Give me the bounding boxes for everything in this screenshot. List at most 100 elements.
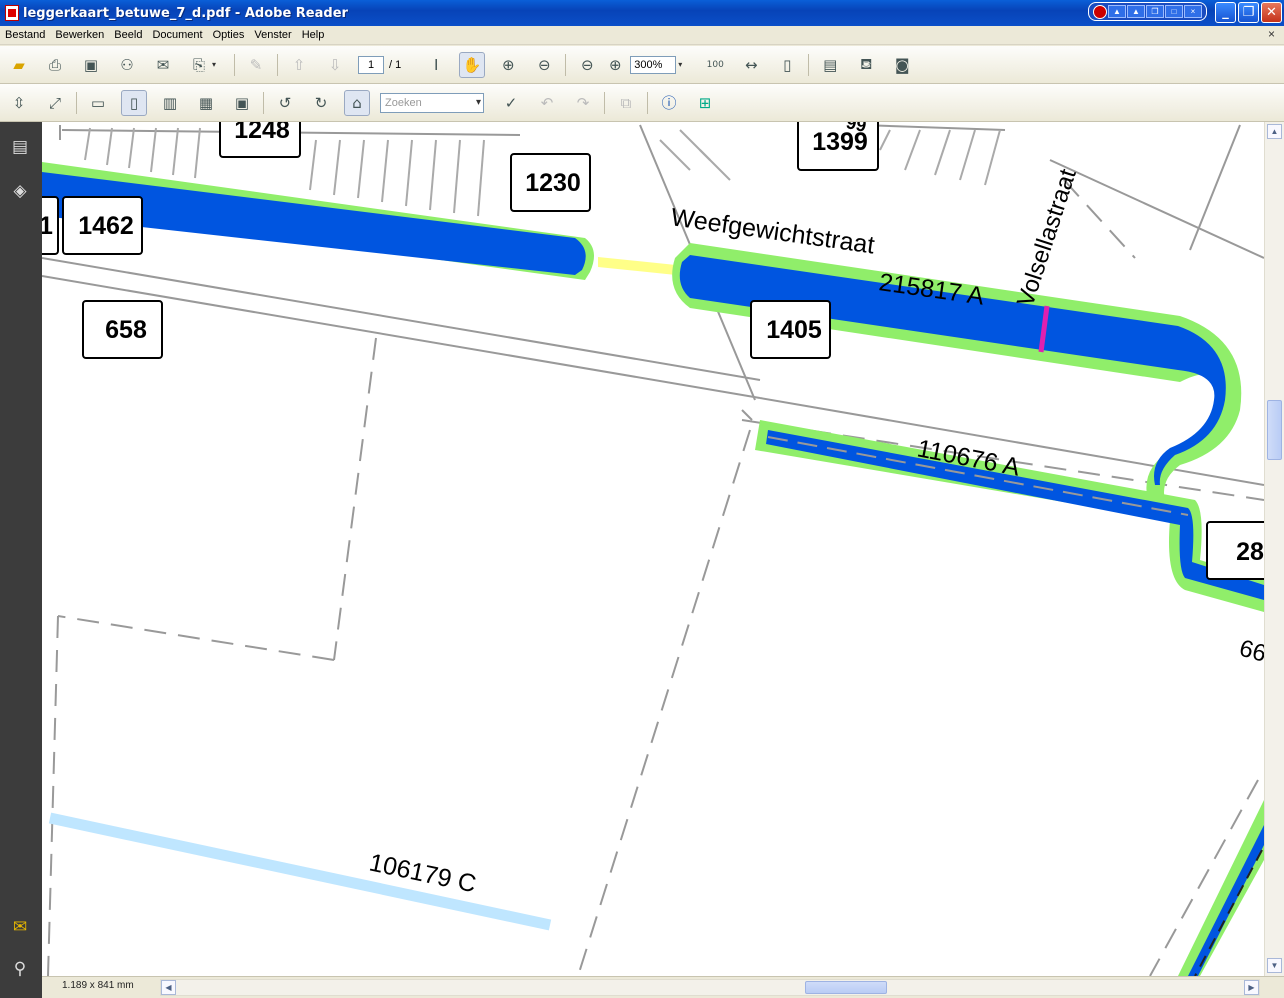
actual-size-icon[interactable]: 100 bbox=[702, 52, 728, 78]
menu-bestand[interactable]: Bestand bbox=[0, 29, 50, 41]
rotate-left-icon[interactable]: ↺ bbox=[272, 90, 298, 116]
menu-venster[interactable]: Venster bbox=[249, 29, 296, 41]
select-text-icon[interactable]: I bbox=[423, 52, 449, 78]
home-icon[interactable]: ⌂ bbox=[344, 89, 370, 116]
scroll-left-icon[interactable]: ◀ bbox=[161, 980, 176, 995]
window-controls: ▲ ▲ ❐ □ × _ ❐ ✕ bbox=[1088, 2, 1282, 23]
scroll-right-icon[interactable]: ▶ bbox=[1244, 980, 1259, 995]
continuous-facing-icon[interactable]: ▦ bbox=[193, 90, 219, 116]
grid-tool-icon[interactable]: ⊞ bbox=[692, 90, 718, 116]
parcel-1230: 1230 bbox=[525, 169, 581, 197]
rotate-right-icon[interactable]: ↻ bbox=[308, 90, 334, 116]
zoom-level-input[interactable]: 300% bbox=[630, 55, 677, 74]
snapshot-camera-icon[interactable]: ◙ bbox=[889, 52, 915, 78]
fit-width-view-icon[interactable]: ⇳ bbox=[6, 90, 32, 116]
parcel-658: 658 bbox=[105, 316, 147, 344]
print-icon[interactable]: ⎙ bbox=[42, 52, 68, 78]
page-size: 1.189 x 841 mm bbox=[62, 980, 134, 991]
undo-icon[interactable]: ↶ bbox=[534, 90, 560, 116]
facing-pages-icon[interactable]: ▥ bbox=[157, 90, 183, 116]
toolbar-divider bbox=[604, 91, 605, 114]
picture-tasks-icon[interactable]: ▤ bbox=[817, 52, 843, 78]
share-icon[interactable]: ⎘ bbox=[186, 52, 212, 78]
search-input[interactable]: Zoeken bbox=[380, 92, 484, 113]
main-toolbar: ▰ ⎙ ▣ ⚇ ✉ ⎘ ▾ ✎ ⇧ ⇩ 1 / 1 I ✋ ⊕ ⊖ ⊖ ⊕ 30… bbox=[0, 46, 1284, 84]
pages-icon[interactable]: ▤ bbox=[9, 136, 31, 158]
toolbar-divider bbox=[647, 91, 648, 114]
search-binoculars-icon[interactable]: ⚇ bbox=[114, 52, 140, 78]
vertical-scroll-thumb[interactable] bbox=[1267, 400, 1282, 460]
nvidia-toolbar: ▲ ▲ ❐ □ × bbox=[1088, 2, 1207, 21]
window-title: leggerkaart_betuwe_7_d.pdf - Adobe Reade… bbox=[23, 5, 348, 21]
attachments-icon[interactable]: ⚲ bbox=[9, 958, 31, 980]
restore-button[interactable]: ❐ bbox=[1238, 2, 1259, 23]
document-view[interactable]: 1248 99 1399 1230 1462 1 658 1405 28 Wee… bbox=[42, 122, 1264, 976]
menu-help[interactable]: Help bbox=[297, 29, 330, 41]
zoom-dropdown-icon[interactable]: ▾ bbox=[678, 60, 688, 69]
layers-icon[interactable]: ◈ bbox=[9, 180, 31, 202]
map-canvas: 1248 99 1399 1230 1462 1 658 1405 28 Wee… bbox=[42, 122, 1264, 976]
horizontal-scrollbar[interactable]: ◀ ▶ bbox=[160, 979, 1260, 996]
adobe-reader-icon bbox=[5, 5, 19, 21]
view-toolbar: ⇳ ⤢ ▭ ▯ ▥ ▦ ▣ ↺ ↻ ⌂ Zoeken ✓ ↶ ↷ ⧉ ⓘ ⊞ bbox=[0, 84, 1284, 122]
window-up-icon[interactable]: ▲ bbox=[1127, 5, 1145, 18]
fit-width-icon[interactable]: ↔ bbox=[738, 52, 764, 78]
document-close-icon[interactable]: × bbox=[1263, 27, 1280, 41]
window-maximize-icon[interactable]: □ bbox=[1165, 5, 1183, 18]
toolbar-divider bbox=[277, 53, 278, 76]
vertical-scrollbar[interactable]: ▲ ▼ bbox=[1264, 122, 1284, 976]
stamp-icon[interactable]: ⛾ bbox=[853, 52, 879, 78]
spellcheck-icon[interactable]: ✓ bbox=[498, 90, 524, 116]
save-icon[interactable]: ▣ bbox=[78, 52, 104, 78]
email-icon[interactable]: ✉ bbox=[150, 52, 176, 78]
page-number-input[interactable]: 1 bbox=[358, 55, 384, 74]
window-close-small-icon[interactable]: × bbox=[1184, 5, 1202, 18]
parcel-1462: 1462 bbox=[78, 212, 134, 240]
toolbar-divider bbox=[263, 91, 264, 114]
zoom-out-icon[interactable]: ⊖ bbox=[574, 52, 600, 78]
title-bar: leggerkaart_betuwe_7_d.pdf - Adobe Reade… bbox=[0, 0, 1284, 26]
record-icon[interactable] bbox=[1093, 4, 1107, 19]
copy-icon[interactable]: ⧉ bbox=[613, 90, 639, 116]
redo-icon[interactable]: ↷ bbox=[570, 90, 596, 116]
continuous-page-icon[interactable]: ▯ bbox=[121, 89, 147, 116]
previous-page-icon[interactable]: ⇧ bbox=[286, 52, 312, 78]
toolbar-divider bbox=[565, 53, 567, 76]
menu-bewerken[interactable]: Bewerken bbox=[50, 29, 109, 41]
toolbar-divider bbox=[234, 53, 235, 76]
partial-label-right: 66 bbox=[1236, 635, 1264, 668]
toolbar-divider bbox=[808, 53, 810, 76]
hand-tool-icon[interactable]: ✋ bbox=[459, 51, 486, 78]
document-info-icon[interactable]: ⓘ bbox=[656, 90, 682, 116]
open-folder-icon[interactable]: ▰ bbox=[6, 52, 32, 78]
parcel-28: 28 bbox=[1236, 538, 1264, 566]
parcel-1248: 1248 bbox=[234, 122, 290, 144]
page-total: / 1 bbox=[389, 58, 402, 71]
zoom-in-icon[interactable]: ⊕ bbox=[602, 52, 628, 78]
fit-page-icon[interactable]: ▯ bbox=[774, 52, 800, 78]
share-dropdown-icon[interactable]: ▾ bbox=[212, 60, 222, 69]
next-page-icon[interactable]: ⇩ bbox=[322, 52, 348, 78]
scroll-up-icon[interactable]: ▲ bbox=[1267, 124, 1282, 139]
horizontal-scroll-thumb[interactable] bbox=[805, 981, 887, 994]
window-restore-icon[interactable]: ❐ bbox=[1146, 5, 1164, 18]
full-screen-icon[interactable]: ▣ bbox=[229, 90, 255, 116]
nvidia-icon[interactable]: ▲ bbox=[1108, 5, 1126, 18]
comments-icon[interactable]: ✉ bbox=[9, 916, 31, 938]
culvert-yellow bbox=[598, 257, 676, 275]
single-page-icon[interactable]: ▭ bbox=[85, 90, 111, 116]
menu-opties[interactable]: Opties bbox=[208, 29, 250, 41]
menu-document[interactable]: Document bbox=[147, 29, 207, 41]
menu-bar: Bestand Bewerken Beeld Document Opties V… bbox=[0, 26, 1284, 45]
fit-visible-icon[interactable]: ⤢ bbox=[42, 90, 68, 116]
comment-icon[interactable]: ✎ bbox=[243, 52, 269, 78]
scroll-down-icon[interactable]: ▼ bbox=[1267, 958, 1282, 973]
toolbar-divider bbox=[76, 91, 77, 114]
minimize-button[interactable]: _ bbox=[1215, 2, 1236, 23]
street-volsellastraat: Volsellastraat bbox=[1012, 165, 1082, 309]
marquee-zoom-icon[interactable]: ⊕ bbox=[495, 52, 521, 78]
parcel-partial-1: 1 bbox=[42, 212, 53, 240]
dynamic-zoom-icon[interactable]: ⊖ bbox=[531, 52, 557, 78]
close-button[interactable]: ✕ bbox=[1261, 2, 1282, 23]
menu-beeld[interactable]: Beeld bbox=[109, 29, 147, 41]
